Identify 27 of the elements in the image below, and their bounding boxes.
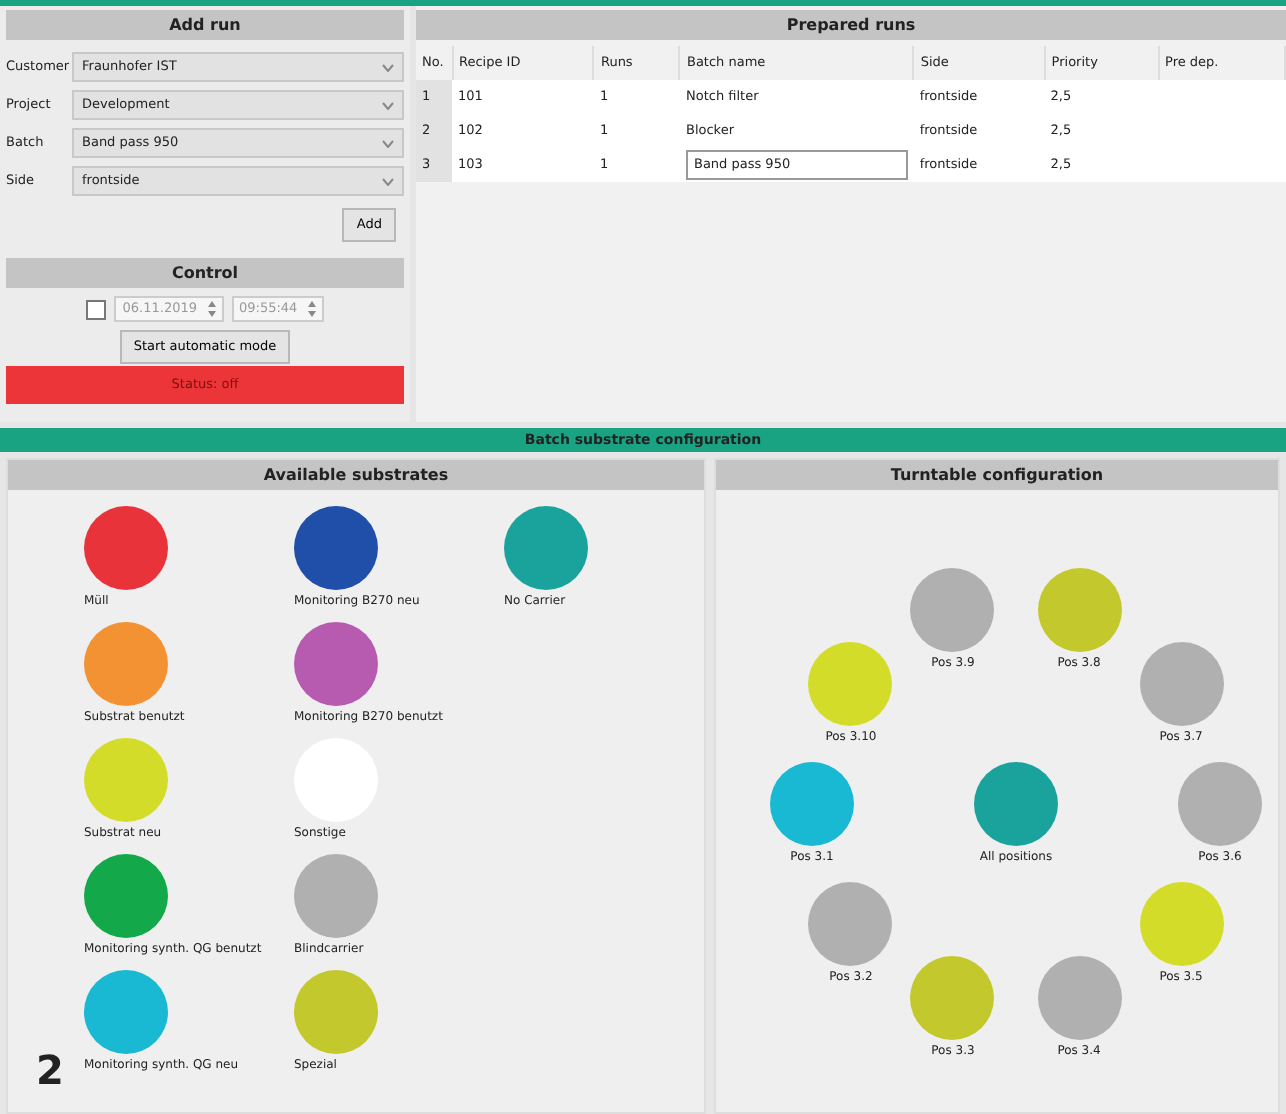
- checkbox[interactable]: [86, 299, 107, 319]
- position-circle[interactable]: [910, 567, 995, 652]
- spin-arrows-icon: [307, 300, 316, 318]
- position-circle[interactable]: [1139, 881, 1224, 966]
- panel-header: Control: [6, 258, 404, 288]
- position-circle[interactable]: [1139, 642, 1224, 727]
- caret-icon: [382, 63, 394, 71]
- panel-header: Add run: [6, 10, 404, 40]
- position-circle[interactable]: [974, 762, 1058, 846]
- substrate-circle[interactable]: [294, 622, 378, 706]
- figure-number: 2: [36, 1044, 64, 1098]
- substrate-circle[interactable]: [84, 506, 168, 590]
- position-circle[interactable]: [1037, 567, 1122, 652]
- caret-icon: [382, 139, 394, 147]
- caret-icon: [382, 101, 394, 109]
- position-circle[interactable]: [808, 881, 893, 966]
- position-circle[interactable]: [770, 762, 854, 846]
- panel-header: Available substrates: [8, 460, 704, 490]
- spin-arrows-icon: [207, 300, 215, 318]
- substrate-circle[interactable]: [294, 506, 378, 590]
- caret-icon: [382, 177, 394, 185]
- position-circle[interactable]: [910, 956, 995, 1040]
- position-circle[interactable]: [808, 642, 893, 727]
- position-circle[interactable]: [1037, 956, 1122, 1040]
- position-circle[interactable]: [1178, 762, 1262, 846]
- panel-header: Turntable configuration: [716, 460, 1278, 490]
- panel-header: Prepared runs: [416, 10, 1286, 40]
